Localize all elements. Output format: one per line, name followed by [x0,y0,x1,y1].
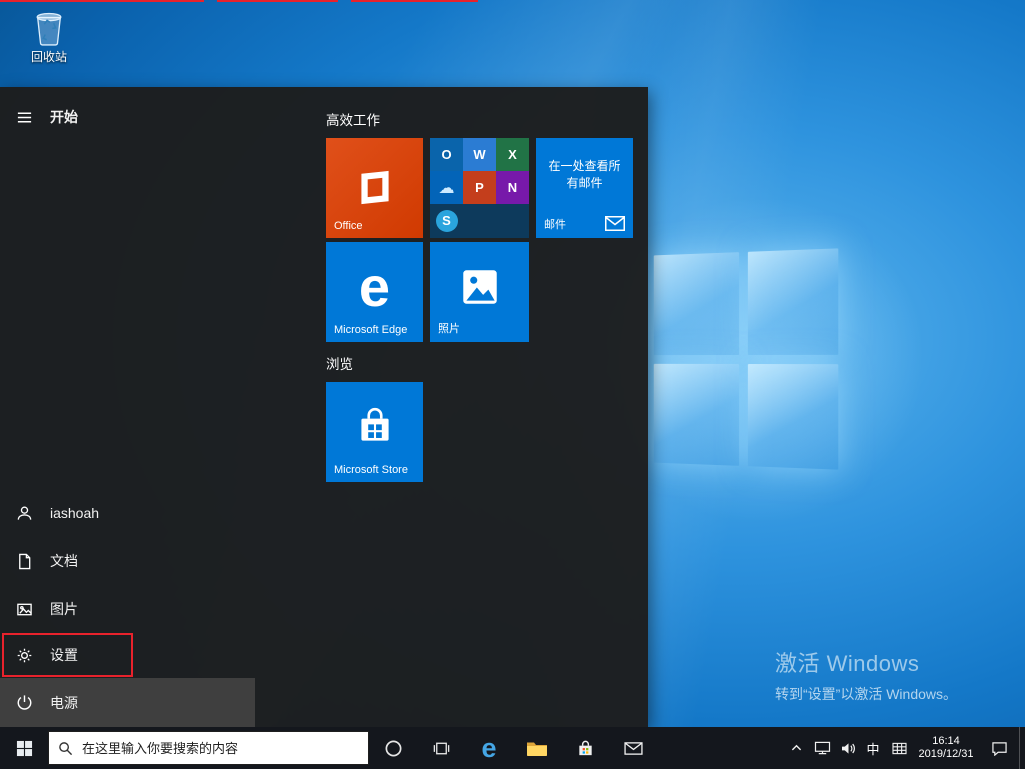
clock-date: 2019/12/31 [918,748,974,760]
action-center-icon [991,741,1007,756]
windows-logo-icon [16,740,32,756]
sidebar-item-pictures[interactable]: 图片 [0,585,255,633]
sidebar-item-user[interactable]: iashoah [0,489,255,537]
excel-mini-tile[interactable]: X [496,138,529,171]
power-icon [15,693,34,712]
skype-icon: S [435,209,458,232]
tray-network-button[interactable] [809,727,835,769]
onenote-letter: N [507,180,518,195]
activation-title: 激活 Windows [775,651,920,676]
cortana-ring-icon [385,740,401,756]
document-icon [15,552,34,571]
speaker-icon [841,742,855,754]
start-button[interactable] [0,727,48,769]
start-menu: 开始 iashoah 文档 图片 设置 电源 高效工作 Office O W X… [0,87,648,727]
pictures-label: 图片 [50,601,78,617]
tile-photos-label: 照片 [438,323,460,335]
user-icon [15,504,34,523]
search-icon [58,741,73,756]
activation-subtitle: 转到“设置”以激活 Windows。 [775,686,958,702]
start-header-label: 开始 [50,109,78,125]
sidebar-item-settings[interactable]: 设置 [0,631,255,679]
taskbar-search-box[interactable] [48,731,369,765]
outlook-mini-tile[interactable]: O [430,138,463,171]
excel-letter: X [508,147,517,162]
documents-label: 文档 [50,553,78,569]
tile-office-folder[interactable]: O W X ☁ P N S [430,138,529,238]
ime-language-label: 中 [866,741,880,757]
empty-mini-tile [463,204,496,237]
word-letter: W [473,147,486,162]
logo-pane [653,252,739,355]
onenote-mini-tile[interactable]: N [496,171,529,204]
word-mini-tile[interactable]: W [463,138,496,171]
tile-office-label: Office [334,220,363,232]
show-desktop-button[interactable] [1019,727,1025,769]
tile-group-title-explore: 浏览 [326,357,353,372]
recycle-bin-label: 回收站 [30,50,67,64]
skype-mini-tile[interactable]: S [430,204,463,237]
edge-logo-icon: e [358,255,391,318]
tile-mail-label: 邮件 [544,219,566,231]
action-center-button[interactable] [979,727,1019,769]
tile-microsoft-store[interactable]: Microsoft Store [326,382,423,482]
task-view-icon [433,742,449,754]
settings-label: 设置 [50,647,78,663]
hamburger-icon [15,108,34,127]
tile-office[interactable]: Office [326,138,423,238]
sidebar-item-documents[interactable]: 文档 [0,537,255,585]
touch-keyboard-icon [891,742,907,754]
tile-microsoft-edge[interactable]: e Microsoft Edge [326,242,423,342]
mail-tile-message: 在一处查看所有邮件 [548,159,621,190]
outlook-letter: O [441,147,452,162]
tray-volume-button[interactable] [835,727,861,769]
folder-icon [527,742,547,756]
sidebar-item-power[interactable]: 电源 [0,678,255,727]
powerpoint-mini-tile[interactable]: P [463,171,496,204]
tray-ime-indicator[interactable]: 中 [861,727,885,769]
start-menu-expand-button[interactable]: 开始 [0,93,255,141]
onedrive-cloud-icon: ☁ [438,179,455,197]
onedrive-mini-tile[interactable]: ☁ [430,171,463,204]
skype-letter: S [442,213,451,228]
empty-mini-tile [496,204,529,237]
mail-envelope-icon [605,216,625,231]
recycle-bin-icon [32,8,66,46]
user-name-label: iashoah [50,505,100,521]
taskbar-file-explorer-button[interactable] [513,727,561,769]
tray-touch-keyboard-button[interactable] [885,727,913,769]
taskbar: e [0,727,1025,769]
recycle-bin-desktop-icon[interactable]: 回收站 [14,8,84,65]
cortana-button[interactable] [369,727,417,769]
system-tray: 中 16:14 2019/12/31 [783,727,1025,769]
tray-clock[interactable]: 16:14 2019/12/31 [913,727,979,769]
logo-pane [747,248,839,355]
tile-mail[interactable]: 在一处查看所有邮件 邮件 [536,138,633,238]
taskbar-edge-button[interactable]: e [465,727,513,769]
windows-desktop: 回收站 激活 Windows 转到“设置”以激活 Windows。 开始 ias… [0,0,1025,769]
chevron-up-icon [791,744,801,751]
mail-icon [623,741,643,755]
tile-photos[interactable]: 照片 [430,242,529,342]
windows-hero-logo [653,248,839,470]
tray-show-hidden-icons-button[interactable] [783,727,809,769]
search-input[interactable] [82,740,359,756]
logo-pane [653,363,739,466]
pictures-icon [15,600,34,619]
tile-edge-label: Microsoft Edge [334,324,408,336]
powerpoint-letter: P [475,180,484,195]
taskbar-store-button[interactable] [561,727,609,769]
power-label: 电源 [50,694,78,711]
store-icon [578,740,592,755]
edge-icon: e [481,732,497,763]
network-icon [814,741,830,755]
logo-pane [747,363,839,470]
gear-icon [15,646,34,665]
activation-watermark: 激活 Windows 转到“设置”以激活 Windows。 [775,646,957,704]
clock-time: 16:14 [932,735,960,747]
task-view-button[interactable] [417,727,465,769]
tile-store-label: Microsoft Store [334,464,408,476]
tile-group-title-productivity: 高效工作 [326,113,380,128]
taskbar-mail-button[interactable] [609,727,657,769]
